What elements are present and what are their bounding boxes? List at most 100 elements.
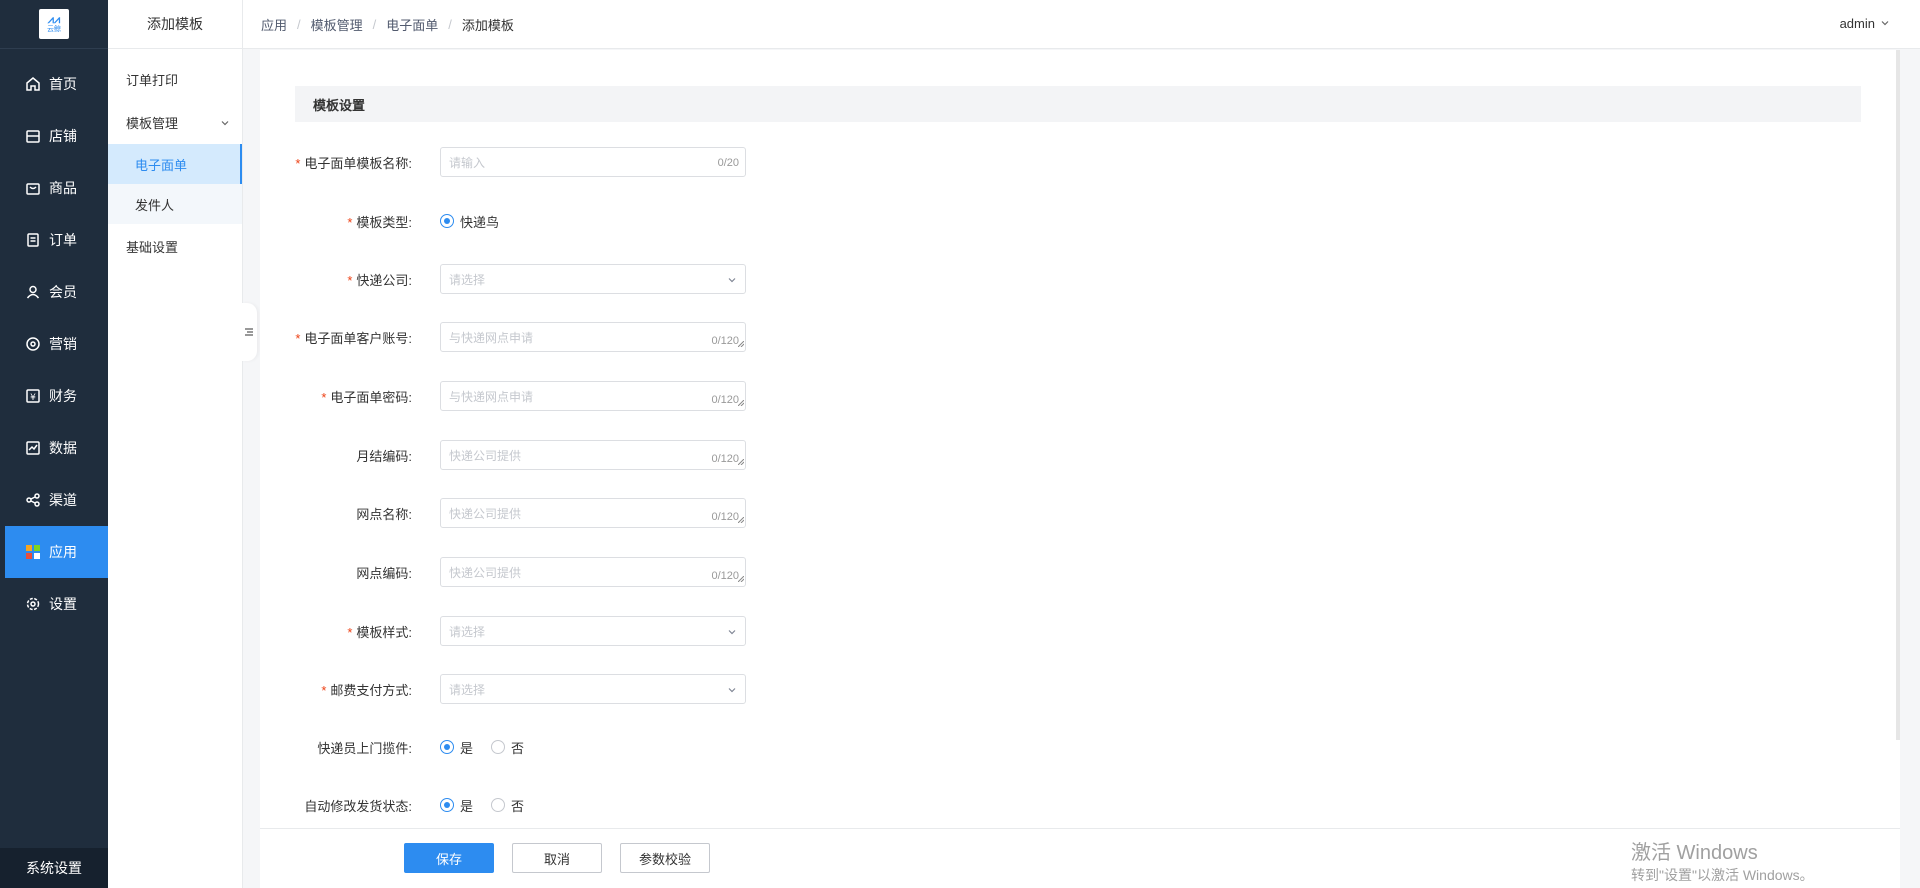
breadcrumb-separator: / [372, 16, 377, 32]
form-row-name: * 电子面单模板名称: 请输入 0/20 [260, 147, 780, 177]
subnav-item-e-waybill[interactable]: 电子面单 [108, 144, 242, 184]
payment-method-select[interactable]: 请选择 [440, 674, 746, 704]
nav-item-finance[interactable]: ¥ 财务 [5, 370, 108, 422]
form-row-company: * 快递公司: 请选择 [260, 264, 780, 294]
radio-auto-yes[interactable]: 是 [440, 796, 473, 815]
required-mark: * [347, 624, 353, 640]
top-header: 应用 / 模板管理 / 电子面单 / 添加模板 admin [243, 0, 1920, 49]
nav-item-settings[interactable]: 设置 [5, 578, 108, 630]
radio-checked-icon [440, 798, 454, 812]
char-count: 0/20 [717, 157, 739, 169]
express-company-select[interactable]: 请选择 [440, 264, 746, 294]
nav-item-label: 商品 [49, 180, 77, 196]
nav-item-label: 营销 [49, 336, 77, 352]
field-label: * 邮费支付方式: [321, 682, 412, 698]
customer-account-textarea[interactable]: 与快递网点申请 0/120 [440, 322, 746, 352]
required-mark: * [347, 214, 353, 230]
scrollbar[interactable] [1896, 50, 1900, 740]
logo-area: ⩘⩘ 云鲸 [0, 0, 108, 49]
breadcrumb-item[interactable]: 电子面单 [386, 15, 438, 34]
form-row-password: * 电子面单密码: 与快递网点申请 0/120 [260, 381, 780, 411]
logo-mark-icon: ⩘⩘ [47, 13, 61, 26]
input-placeholder: 请输入 [449, 155, 486, 170]
form-panel: 模板设置 * 电子面单模板名称: 请输入 0/20 * 模板类型: 快递鸟 * 快递公… [260, 50, 1900, 888]
system-settings-link[interactable]: 系统设置 [0, 848, 108, 888]
subnav-title: 添加模板 [108, 0, 242, 49]
char-count: 0/120 [711, 570, 739, 582]
required-mark: * [295, 155, 301, 171]
resize-grip-icon[interactable] [737, 336, 745, 350]
resize-grip-icon[interactable] [737, 571, 745, 585]
nav-item-home[interactable]: 首页 [5, 58, 108, 110]
char-count: 0/120 [711, 394, 739, 406]
field-label: 网点名称: [356, 506, 412, 522]
template-style-select[interactable]: 请选择 [440, 616, 746, 646]
main-nav: ⩘⩘ 云鲸 首页 店铺 商品 订单 会员 营销 ¥ 财务 数据 渠道 应用 设置… [0, 0, 108, 888]
required-mark: * [347, 272, 353, 288]
logo-text: 云鲸 [47, 25, 61, 33]
required-mark: * [321, 389, 327, 405]
gear-icon [24, 595, 42, 613]
waybill-password-textarea[interactable]: 与快递网点申请 0/120 [440, 381, 746, 411]
nav-item-order[interactable]: 订单 [5, 214, 108, 266]
user-icon [24, 283, 42, 301]
radio-auto-no[interactable]: 否 [491, 796, 524, 815]
site-name-textarea[interactable]: 快递公司提供 0/120 [440, 498, 746, 528]
site-code-textarea[interactable]: 快递公司提供 0/120 [440, 557, 746, 587]
required-mark: * [321, 682, 327, 698]
username: admin [1839, 16, 1875, 31]
breadcrumb-separator: / [448, 16, 452, 32]
sub-nav: 添加模板 订单打印 模板管理 电子面单 发件人 基础设置 [108, 0, 243, 888]
chevron-down-icon [727, 684, 737, 698]
char-count: 0/120 [711, 335, 739, 347]
chevron-down-icon [220, 116, 230, 131]
field-label: * 模板类型: [347, 214, 412, 230]
nav-item-goods[interactable]: 商品 [5, 162, 108, 214]
field-label: 网点编码: [356, 565, 412, 581]
breadcrumb-item[interactable]: 模板管理 [311, 15, 363, 34]
breadcrumb-item[interactable]: 应用 [261, 15, 287, 34]
save-button[interactable]: 保存 [404, 843, 494, 873]
form-row-type: * 模板类型: 快递鸟 [260, 206, 780, 236]
verify-params-button[interactable]: 参数校验 [620, 843, 710, 873]
nav-item-store[interactable]: 店铺 [5, 110, 108, 162]
nav-item-label: 应用 [49, 544, 77, 560]
subnav-item-template-manage[interactable]: 模板管理 [108, 102, 242, 142]
subnav-item-sender[interactable]: 发件人 [108, 184, 242, 224]
bag-icon [24, 179, 42, 197]
field-label: * 快递公司: [347, 272, 412, 288]
watermark-subtitle: 转到"设置"以激活 Windows。 [1631, 867, 1814, 883]
resize-grip-icon[interactable] [737, 395, 745, 409]
resize-grip-icon[interactable] [737, 454, 745, 468]
resize-grip-icon[interactable] [737, 512, 745, 526]
nav-item-member[interactable]: 会员 [5, 266, 108, 318]
nav-item-marketing[interactable]: 营销 [5, 318, 108, 370]
user-menu[interactable]: admin [1840, 16, 1890, 31]
char-count: 0/120 [711, 511, 739, 523]
collapse-sidebar-button[interactable] [241, 303, 257, 361]
radio-pickup-yes[interactable]: 是 [440, 738, 473, 757]
template-name-input[interactable]: 请输入 0/20 [440, 147, 746, 177]
subnav-item-order-print[interactable]: 订单打印 [108, 59, 242, 99]
nav-item-channel[interactable]: 渠道 [5, 474, 108, 526]
field-label: * 电子面单客户账号: [295, 330, 412, 346]
subnav-item-basic-settings[interactable]: 基础设置 [108, 226, 242, 266]
radio-pickup-no[interactable]: 否 [491, 738, 524, 757]
nav-item-label: 会员 [49, 284, 77, 300]
radio-label: 是 [460, 740, 474, 756]
svg-text:¥: ¥ [30, 393, 36, 403]
radio-checked-icon [440, 740, 454, 754]
nav-item-label: 首页 [49, 76, 77, 92]
breadcrumb-separator: / [297, 16, 301, 32]
form-row-pickup: 快递员上门揽件: 是 否 [260, 732, 780, 762]
radio-checked-icon [440, 214, 454, 228]
monthly-code-textarea[interactable]: 快递公司提供 0/120 [440, 440, 746, 470]
radio-kdniao[interactable]: 快递鸟 [440, 212, 499, 231]
marketing-icon [24, 335, 42, 353]
pickup-radio-group: 是 否 [440, 738, 542, 757]
nav-item-apps[interactable]: 应用 [5, 526, 108, 578]
form-row-account: * 电子面单客户账号: 与快递网点申请 0/120 [260, 322, 780, 352]
cancel-button[interactable]: 取消 [512, 843, 602, 873]
nav-item-data[interactable]: 数据 [5, 422, 108, 474]
order-icon [24, 231, 42, 249]
